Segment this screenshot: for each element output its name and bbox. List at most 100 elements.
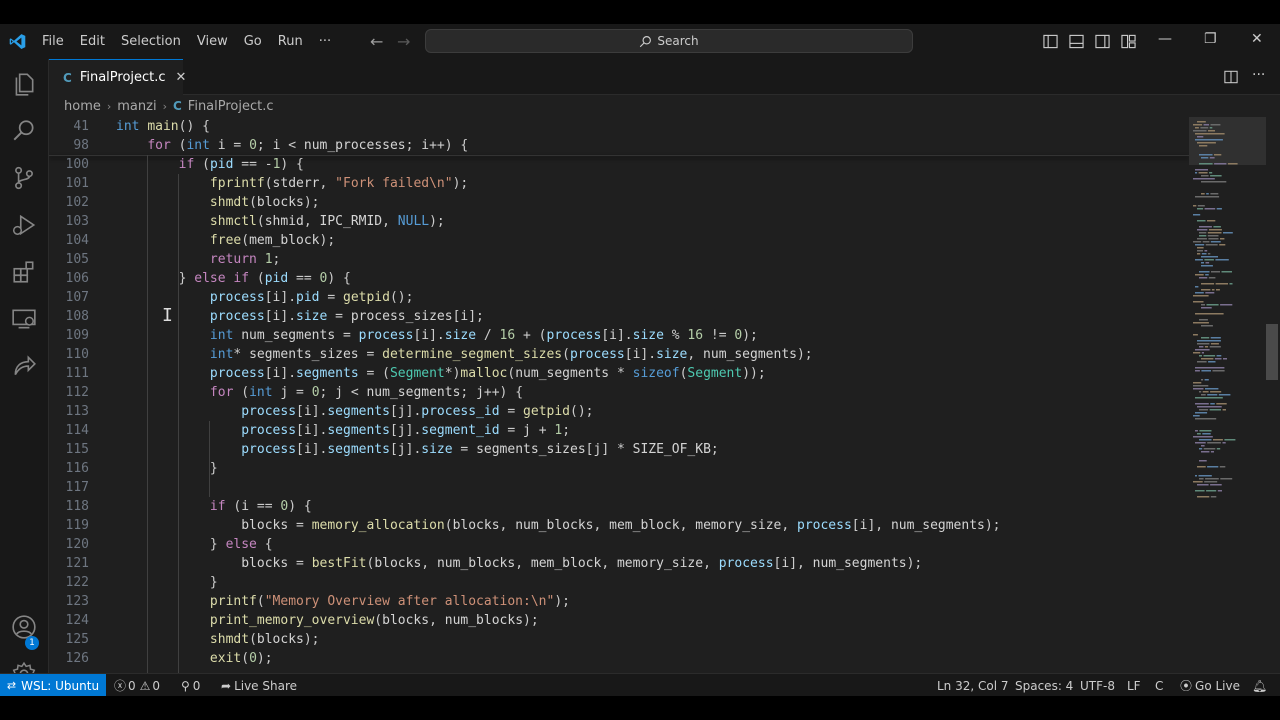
code-line[interactable]: 103 shmctl(shmid, IPC_RMID, NULL); <box>49 212 445 231</box>
code-line[interactable]: 117 <box>49 478 89 497</box>
source-control-icon[interactable] <box>11 165 37 191</box>
toggle-panel-icon[interactable] <box>1069 34 1084 49</box>
go-live-button[interactable]: ⦿ Go Live <box>1180 674 1240 696</box>
code-line[interactable]: 112 for (int j = 0; j < num_segments; j+… <box>49 383 524 402</box>
code-line[interactable]: 102 shmdt(blocks); <box>49 193 320 212</box>
extensions-icon[interactable] <box>11 259 37 285</box>
explorer-icon[interactable] <box>11 71 37 97</box>
sticky-scroll-line[interactable]: 41 int main() { <box>49 117 210 136</box>
remote-explorer-icon[interactable] <box>11 306 37 332</box>
sticky-scroll-line[interactable]: 98 for (int i = 0; i < num_processes; i+… <box>49 136 468 155</box>
code-line[interactable]: 118 if (i == 0) { <box>49 497 312 516</box>
toggle-secondary-sidebar-icon[interactable] <box>1095 34 1110 49</box>
menu-selection[interactable]: Selection <box>113 34 189 49</box>
breadcrumb-file[interactable]: FinalProject.c <box>188 99 274 114</box>
split-editor-icon[interactable] <box>1224 70 1238 84</box>
code-text: process[i].segments[j].size = segments_s… <box>241 442 719 457</box>
more-actions-icon[interactable]: ··· <box>1252 67 1265 83</box>
code-line[interactable]: 113 process[i].segments[j].process_id = … <box>49 402 594 421</box>
line-number: 108 <box>65 309 89 324</box>
minimize-icon[interactable]: — <box>1158 31 1172 47</box>
end-of-line[interactable]: LF <box>1127 674 1141 696</box>
code-line[interactable]: 114 process[i].segments[j].segment_id = … <box>49 421 571 440</box>
line-number: 115 <box>65 442 89 457</box>
restore-icon[interactable]: ❐ <box>1204 31 1217 47</box>
vscode-logo-icon <box>9 34 26 49</box>
code-line[interactable]: 104 free(mem_block); <box>49 231 336 250</box>
code-line[interactable]: 109 int num_segments = process[i].size /… <box>49 326 758 345</box>
code-line[interactable]: 122 } <box>49 573 218 592</box>
code-text: fprintf(stderr, "Fork failed\n"); <box>209 176 469 191</box>
line-number: 117 <box>65 480 89 495</box>
code-line[interactable]: 107 process[i].pid = getpid(); <box>49 288 414 307</box>
vscode-window: File Edit Selection View Go Run ··· ← → … <box>0 24 1280 696</box>
breadcrumb-chevron-icon: › <box>162 99 167 113</box>
code-line[interactable]: 116 } <box>49 459 218 478</box>
code-text: print_memory_overview(blocks, num_blocks… <box>209 613 539 628</box>
live-share-status-icon: ➦ <box>221 678 232 693</box>
encoding[interactable]: UTF-8 <box>1080 674 1115 696</box>
remote-indicator[interactable]: ⇄ WSL: Ubuntu <box>0 674 106 696</box>
code-editor[interactable]: 41 int main() {98 for (int i = 0; i < num… <box>49 117 1189 673</box>
line-number: 103 <box>65 214 89 229</box>
close-window-icon[interactable]: ✕ <box>1251 31 1263 47</box>
code-line[interactable]: 124 print_memory_overview(blocks, num_bl… <box>49 611 539 630</box>
toggle-primary-sidebar-icon[interactable] <box>1043 34 1058 49</box>
back-arrow-icon[interactable]: ← <box>370 32 383 51</box>
tab-close-icon[interactable]: ✕ <box>176 70 187 85</box>
live-share-status[interactable]: ➦ Live Share <box>221 674 297 696</box>
code-line[interactable]: 106 } else if (pid == 0) { <box>49 269 351 288</box>
menu-more[interactable]: ··· <box>311 34 339 49</box>
code-line[interactable]: 125 shmdt(blocks); <box>49 630 320 649</box>
problems-indicator[interactable]: ⓧ 0 ⚠ 0 <box>114 674 160 696</box>
code-text: return 1; <box>209 252 281 267</box>
indentation[interactable]: Spaces: 4 <box>1015 674 1073 696</box>
code-line[interactable]: 105 return 1; <box>49 250 281 269</box>
search-sidebar-icon[interactable] <box>11 118 37 144</box>
code-line[interactable]: 111 process[i].segments = (Segment*)mall… <box>49 364 766 383</box>
code-line[interactable]: 100 if (pid == -1) { <box>49 155 304 174</box>
notifications-bell-icon[interactable]: 🔔︎ <box>1252 674 1267 696</box>
menu-file[interactable]: File <box>34 34 72 49</box>
menu-view[interactable]: View <box>189 34 236 49</box>
breadcrumb-chevron-icon: › <box>106 99 112 113</box>
menu-go[interactable]: Go <box>236 34 270 49</box>
forward-arrow-icon[interactable]: → <box>397 32 410 51</box>
warning-count: 0 <box>152 678 161 693</box>
search-icon <box>640 35 652 47</box>
line-number: 112 <box>65 385 89 400</box>
line-number: 120 <box>65 537 89 552</box>
status-bar: ⇄ WSL: Ubuntu ⓧ 0 ⚠ 0 ⚲ 0 ➦ Live Share L… <box>0 673 1280 696</box>
menu-bar: File Edit Selection View Go Run ··· <box>34 24 339 59</box>
code-line[interactable]: 123 printf("Memory Overview after alloca… <box>49 592 570 611</box>
command-center-search[interactable]: Search <box>425 29 913 53</box>
code-line[interactable]: 126 exit(0); <box>49 649 273 668</box>
breadcrumb-manzi[interactable]: manzi <box>117 99 156 114</box>
code-line[interactable]: 120 } else { <box>49 535 273 554</box>
live-share-icon[interactable] <box>11 353 37 379</box>
code-line[interactable]: 121 blocks = bestFit(blocks, num_blocks,… <box>49 554 923 573</box>
code-line[interactable]: 110 int* segments_sizes = determine_segm… <box>49 345 813 364</box>
vertical-scrollbar[interactable] <box>1266 324 1278 380</box>
code-text: process[i].segments[j].process_id = getp… <box>241 404 594 419</box>
error-icon: ⓧ <box>114 679 127 693</box>
breadcrumb-home[interactable]: home <box>64 99 101 114</box>
code-line[interactable]: 115 process[i].segments[j].size = segmen… <box>49 440 719 459</box>
line-number: 101 <box>65 176 89 191</box>
line-number: 107 <box>65 290 89 305</box>
customize-layout-icon[interactable] <box>1121 34 1136 49</box>
menu-run[interactable]: Run <box>270 34 311 49</box>
c-file-icon: C <box>63 70 72 85</box>
code-line[interactable]: 101 fprintf(stderr, "Fork failed\n"); <box>49 174 469 193</box>
menu-edit[interactable]: Edit <box>72 34 113 49</box>
code-line[interactable]: 119 blocks = memory_allocation(blocks, n… <box>49 516 1001 535</box>
c-file-icon: C <box>172 99 182 113</box>
cursor-position[interactable]: Ln 32, Col 7 <box>937 674 1009 696</box>
language-mode[interactable]: C <box>1155 674 1163 696</box>
ports-indicator[interactable]: ⚲ 0 <box>181 674 200 696</box>
tab-finalproject-c[interactable]: C FinalProject.c ✕ <box>49 59 186 95</box>
code-line[interactable]: 108 process[i].size = process_sizes[i]; <box>49 307 484 326</box>
run-and-debug-icon[interactable] <box>11 212 37 238</box>
code-text: process[i].pid = getpid(); <box>209 290 414 305</box>
minimap[interactable] <box>1189 117 1266 673</box>
